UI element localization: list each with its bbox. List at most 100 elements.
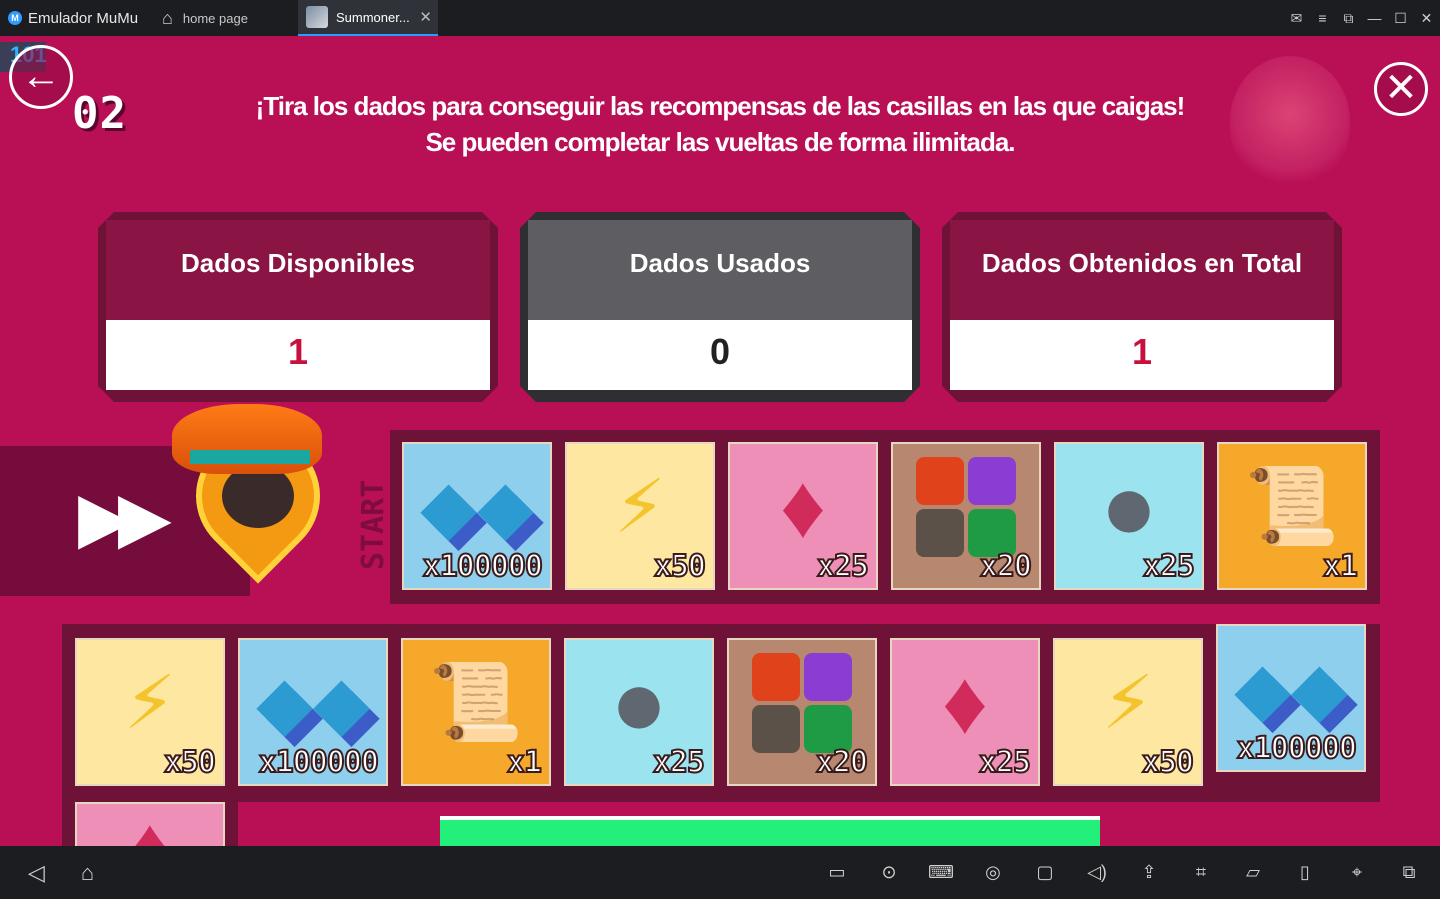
shake-icon[interactable]: ▯ (1292, 862, 1318, 883)
tile-quantity: x100000 (422, 548, 544, 585)
minimize-icon[interactable]: — (1367, 10, 1382, 26)
tile-quantity: x50 (1141, 744, 1195, 781)
board-tile[interactable]: x20 (727, 638, 877, 786)
mascot-icon (1230, 56, 1350, 186)
energy-icon (124, 666, 176, 740)
tile-quantity: x20 (979, 548, 1033, 585)
back-button[interactable]: ← (9, 45, 73, 109)
instruction-line-2: Se pueden completar las vueltas de forma… (425, 127, 1015, 157)
scroll-icon (429, 665, 524, 741)
fast-forward-icon[interactable]: ▶▶ (78, 476, 172, 558)
panel-available-dice: Dados Disponibles 1 (98, 212, 498, 402)
panel-total-dice: Dados Obtenidos en Total 1 (942, 212, 1342, 402)
player-hat-band (190, 450, 310, 464)
stone-icon (610, 655, 668, 751)
instruction-text: ¡Tira los dados para conseguir las recom… (230, 88, 1210, 160)
tile-quantity: x25 (816, 548, 870, 585)
gem-icon (780, 462, 826, 552)
instruction-line-1: ¡Tira los dados para conseguir las recom… (255, 91, 1186, 121)
board-tile[interactable]: x25 (1054, 442, 1204, 590)
panel-label: Dados Usados (528, 220, 912, 320)
board-tile[interactable]: x100000 (238, 638, 388, 786)
maximize-icon[interactable]: ☐ (1393, 10, 1408, 27)
tile-quantity: x1 (506, 744, 543, 781)
board-tile[interactable]: x1 (1217, 442, 1367, 590)
app-title: M Emulador MuMu (8, 0, 138, 36)
panel-value: 1 (950, 320, 1334, 390)
game-screen: 101 ← 02 ✕ ¡Tira los dados para consegui… (0, 36, 1440, 846)
panel-label: Dados Obtenidos en Total (950, 220, 1334, 320)
board-tile[interactable]: x25 (890, 638, 1040, 786)
apk-install-icon[interactable]: ⇪ (1136, 862, 1162, 883)
stage-number: 02 (72, 88, 127, 139)
tile-quantity: x100000 (1236, 730, 1358, 767)
tab-game[interactable]: Summoner... ✕ (298, 0, 438, 36)
roll-dice-button[interactable] (440, 816, 1100, 846)
app-name: Emulador MuMu (28, 9, 139, 27)
tile-quantity: x50 (653, 548, 707, 585)
board-tile[interactable] (75, 802, 225, 846)
emulator-nav-bar: ◁ ⌂ ▭ ⊙ ⌨ ◎ ▢ ◁) ⇪ ⌗ ▱ ▯ ⌖ ⧉ (0, 846, 1440, 899)
board-tile[interactable]: x1 (401, 638, 551, 786)
runes-icon (752, 653, 852, 754)
mumu-logo-icon: M (8, 11, 22, 25)
gamepad-icon[interactable]: ◎ (980, 862, 1006, 883)
back-nav-icon[interactable]: ◁ (28, 860, 45, 886)
board-tile[interactable]: x50 (565, 442, 715, 590)
panel-label: Dados Disponibles (106, 220, 490, 320)
tile-quantity: x50 (163, 744, 217, 781)
panel-value: 1 (106, 320, 490, 390)
close-button[interactable]: ✕ (1374, 62, 1428, 116)
gem-icon (127, 804, 173, 846)
crystals-icon (256, 666, 370, 740)
keyboard-icon[interactable]: ⌨ (928, 862, 954, 883)
energy-icon (614, 470, 666, 544)
location-icon[interactable]: ⌖ (1344, 862, 1370, 883)
board-tile[interactable]: x50 (1053, 638, 1203, 786)
tile-quantity: x25 (652, 744, 706, 781)
tile-quantity: x20 (815, 744, 869, 781)
crop-icon[interactable]: ⌗ (1188, 862, 1214, 883)
board-tile[interactable]: x25 (564, 638, 714, 786)
panel-value: 0 (528, 320, 912, 390)
mail-icon[interactable]: ✉ (1289, 10, 1304, 27)
scroll-icon (1245, 469, 1340, 545)
screenshot-icon[interactable]: ▢ (1032, 862, 1058, 883)
board-tile[interactable]: x100000 (402, 442, 552, 590)
tile-quantity: x25 (978, 744, 1032, 781)
window-controls: ✉ ≡ ⧉ — ☐ ✕ (1289, 0, 1434, 36)
record-video-icon[interactable]: ▭ (824, 862, 850, 883)
close-tab-icon[interactable]: ✕ (419, 8, 432, 26)
close-window-icon[interactable]: ✕ (1419, 10, 1434, 27)
pin-window-icon[interactable]: ⧉ (1341, 10, 1356, 27)
runes-icon (916, 457, 1016, 558)
emulator-title-bar: M Emulador MuMu ⌂ home page Summoner... … (0, 0, 1440, 36)
folder-icon[interactable]: ▱ (1240, 862, 1266, 883)
tab-home-label: home page (182, 10, 248, 26)
board-tile[interactable]: x100000 (1216, 624, 1366, 772)
menu-icon[interactable]: ≡ (1315, 10, 1330, 26)
back-arrow-icon: ← (21, 54, 61, 98)
start-label: START (356, 479, 391, 571)
tab-home[interactable]: ⌂ home page (162, 0, 248, 36)
board-tile[interactable]: x20 (891, 442, 1041, 590)
game-thumbnail-icon (306, 6, 328, 28)
multi-window-icon[interactable]: ⧉ (1396, 862, 1422, 883)
tile-quantity: x100000 (258, 744, 380, 781)
tab-game-label: Summoner... (336, 9, 410, 25)
board-tile[interactable]: x50 (75, 638, 225, 786)
home-icon: ⌂ (162, 7, 173, 28)
crystals-icon (420, 470, 534, 544)
volume-icon[interactable]: ◁) (1084, 862, 1110, 883)
panel-used-dice: Dados Usados 0 (520, 212, 920, 402)
home-nav-icon[interactable]: ⌂ (81, 860, 94, 886)
macro-icon[interactable]: ⊙ (876, 862, 902, 883)
tile-quantity: x25 (1142, 548, 1196, 585)
stone-icon (1100, 459, 1158, 555)
gem-icon (942, 658, 988, 748)
energy-icon (1102, 666, 1154, 740)
board-tile[interactable]: x25 (728, 442, 878, 590)
tile-quantity: x1 (1322, 548, 1359, 585)
crystals-icon (1234, 652, 1348, 726)
close-icon: ✕ (1384, 66, 1418, 110)
